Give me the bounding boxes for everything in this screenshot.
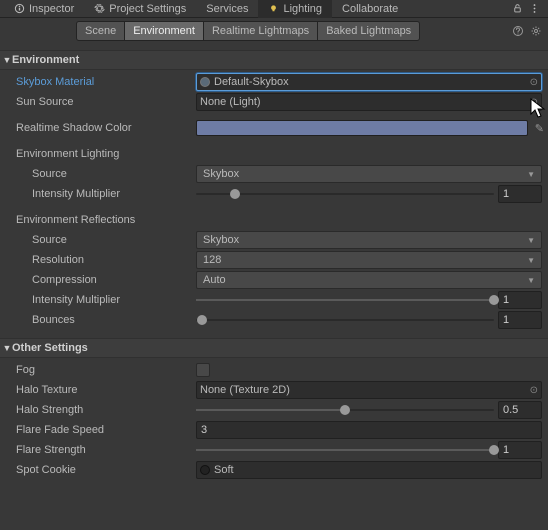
tab-inspector-label: Inspector [29,3,74,15]
environment-lighting-header: Environment Lighting [0,144,548,164]
dropdown-arrow-icon: ▼ [527,170,535,179]
flare-strength-value[interactable]: 1 [498,441,542,459]
refl-source-label: Source [32,234,196,246]
texture-icon [200,465,210,475]
tab-collaborate[interactable]: Collaborate [332,0,408,18]
subtab-environment[interactable]: Environment [124,21,204,41]
refl-bounces-slider[interactable] [196,312,494,328]
halo-strength-value[interactable]: 0.5 [498,401,542,419]
gear-icon [94,3,105,14]
refl-resolution-label: Resolution [32,254,196,266]
section-environment-label: Environment [12,54,79,66]
skybox-material-label: Skybox Material [16,76,196,88]
section-other-settings-header[interactable]: ▼ Other Settings [0,338,548,358]
dropdown-arrow-icon: ▼ [527,276,535,285]
tab-services[interactable]: Services [196,0,258,18]
env-lighting-intensity-slider[interactable] [196,186,494,202]
object-picker-icon[interactable]: ⊙ [530,97,538,108]
realtime-shadow-color-field[interactable]: ✎ [196,120,528,136]
object-picker-icon[interactable]: ⊙ [530,385,538,396]
settings-gear-icon[interactable] [530,25,542,37]
refl-resolution-value: 128 [203,254,221,266]
tab-collaborate-label: Collaborate [342,3,398,15]
halo-texture-field[interactable]: None (Texture 2D) ⊙ [196,381,542,399]
refl-resolution-dropdown[interactable]: 128 ▼ [196,251,542,269]
subtab-scene[interactable]: Scene [76,21,125,41]
flare-strength-slider[interactable] [196,442,494,458]
fog-checkbox[interactable] [196,363,210,377]
halo-strength-slider[interactable] [196,402,494,418]
info-icon [14,3,25,14]
flare-fade-speed-field[interactable]: 3 [196,421,542,439]
env-lighting-source-label: Source [32,168,196,180]
refl-intensity-label: Intensity Multiplier [32,294,196,306]
skybox-material-field[interactable]: Default-Skybox ⊙ [196,73,542,91]
sun-source-value: None (Light) [200,96,261,108]
help-icon[interactable] [512,25,524,37]
spot-cookie-field[interactable]: Soft [196,461,542,479]
tab-project-settings-label: Project Settings [109,3,186,15]
more-icon[interactable] [529,3,540,14]
env-lighting-source-dropdown[interactable]: Skybox ▼ [196,165,542,183]
material-icon [200,77,210,87]
env-lighting-intensity-label: Intensity Multiplier [32,188,196,200]
sun-source-field[interactable]: None (Light) ⊙ [196,93,542,111]
subtab-baked-lightmaps[interactable]: Baked Lightmaps [317,21,420,41]
section-other-settings-label: Other Settings [12,342,88,354]
halo-strength-label: Halo Strength [16,404,196,416]
tab-lighting[interactable]: Lighting [258,0,332,18]
fog-label: Fog [16,364,196,376]
refl-intensity-slider[interactable] [196,292,494,308]
eyedropper-icon[interactable]: ✎ [535,122,544,135]
refl-compression-label: Compression [32,274,196,286]
sub-tab-bar: Scene Environment Realtime Lightmaps Bak… [0,18,548,44]
foldout-arrow-icon: ▼ [2,55,12,65]
refl-compression-dropdown[interactable]: Auto ▼ [196,271,542,289]
refl-source-dropdown[interactable]: Skybox ▼ [196,231,542,249]
spot-cookie-value: Soft [214,464,234,476]
tab-lighting-label: Lighting [283,3,322,15]
refl-intensity-value[interactable]: 1 [498,291,542,309]
halo-texture-label: Halo Texture [16,384,196,396]
refl-source-value: Skybox [203,234,239,246]
flare-fade-speed-label: Flare Fade Speed [16,424,196,436]
object-picker-icon[interactable]: ⊙ [530,77,538,88]
realtime-shadow-color-label: Realtime Shadow Color [16,122,196,134]
refl-bounces-value[interactable]: 1 [498,311,542,329]
skybox-material-value: Default-Skybox [214,76,289,88]
refl-compression-value: Auto [203,274,226,286]
top-tab-bar: Inspector Project Settings Services Ligh… [0,0,548,18]
env-lighting-intensity-value[interactable]: 1 [498,185,542,203]
env-lighting-source-value: Skybox [203,168,239,180]
dropdown-arrow-icon: ▼ [527,256,535,265]
refl-bounces-label: Bounces [32,314,196,326]
dropdown-arrow-icon: ▼ [527,236,535,245]
halo-texture-value: None (Texture 2D) [200,384,290,396]
environment-reflections-header: Environment Reflections [0,210,548,230]
section-environment-header[interactable]: ▼ Environment [0,50,548,70]
lock-icon[interactable] [512,3,523,14]
tab-services-label: Services [206,3,248,15]
tab-inspector[interactable]: Inspector [4,0,84,18]
foldout-arrow-icon: ▼ [2,343,12,353]
lightbulb-icon [268,3,279,14]
sun-source-label: Sun Source [16,96,196,108]
spot-cookie-label: Spot Cookie [16,464,196,476]
tab-project-settings[interactable]: Project Settings [84,0,196,18]
subtab-realtime-lightmaps[interactable]: Realtime Lightmaps [203,21,318,41]
flare-strength-label: Flare Strength [16,444,196,456]
